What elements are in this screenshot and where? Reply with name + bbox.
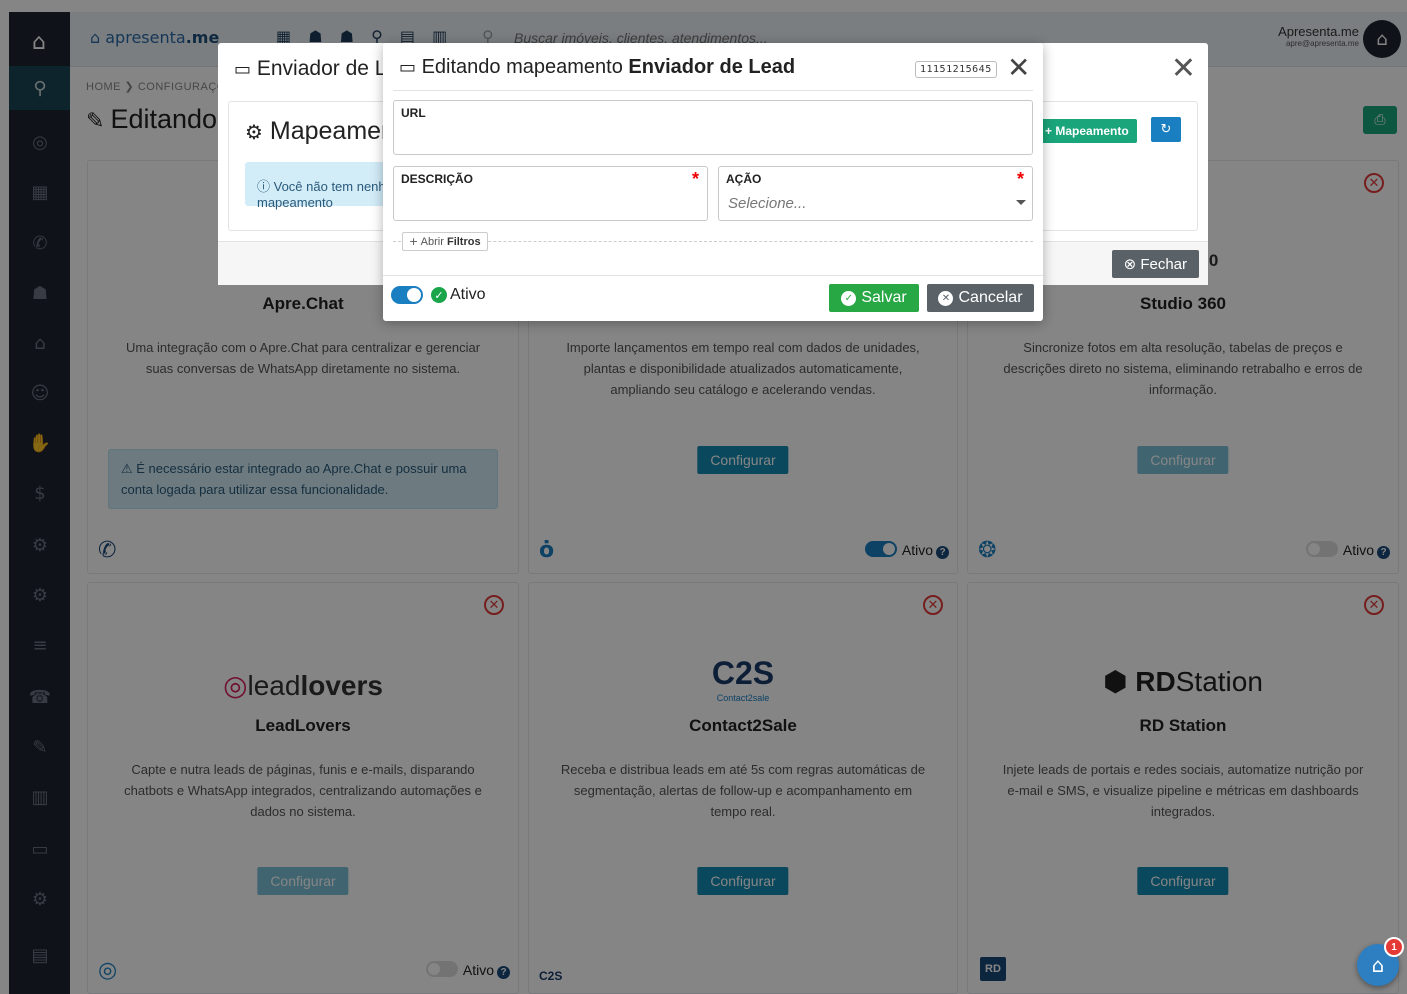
descricao-input[interactable] [401,191,699,207]
descricao-field[interactable]: DESCRIÇÃO * [393,166,708,221]
card-icon: ▭ [234,59,252,80]
edit-mapping-modal: ▭ Editando mapeamento Enviador de Lead 1… [383,43,1043,321]
add-mapping-button[interactable]: + Mapeamento [1037,119,1137,143]
filter-divider [393,241,1033,242]
close-icon[interactable]: ✕ [1171,51,1196,86]
chat-icon: ⌂ [1371,953,1385,977]
modal-title-prefix: Editando mapeamento [421,56,623,78]
filter-bold: Filtros [446,236,481,248]
cancel-button[interactable]: ✕ Cancelar [927,284,1034,312]
url-input[interactable] [401,125,1024,141]
close-circle-icon: ⊗ [1123,255,1137,273]
close-circle-icon: ✕ [938,290,954,306]
refresh-button[interactable]: ↻ [1151,117,1181,142]
refresh-icon: ↻ [1160,122,1172,137]
required-asterisk: * [1016,169,1024,189]
filter-prefix: Abrir [420,236,444,248]
check-circle-icon: ✓ [841,290,857,306]
modal-title-bold: Enviador de Lead [628,56,796,78]
close-button[interactable]: ⊗ Fechar [1111,250,1199,278]
card-icon: ▭ [399,57,417,78]
open-filters-button[interactable]: + Abrir Filtros [402,232,488,251]
descricao-label: DESCRIÇÃO [401,172,474,186]
acao-select[interactable]: AÇÃO * Selecione... [718,166,1033,221]
url-field[interactable]: URL [393,100,1033,155]
close-button-label: Fechar [1140,256,1187,273]
url-label: URL [401,106,426,120]
notification-badge: 1 [1384,937,1404,957]
divider [393,90,1033,91]
mapping-id-badge: 11151215645 [915,61,997,78]
close-icon[interactable]: ✕ [1007,51,1030,84]
cancel-button-label: Cancelar [958,289,1023,306]
active-toggle[interactable] [391,286,423,304]
chevron-down-icon [1016,200,1026,205]
acao-placeholder: Selecione... [728,195,807,212]
save-button[interactable]: ✓ Salvar [829,284,919,312]
modal-title: ▭ Editando mapeamento Enviador de Lead [399,56,795,79]
gears-icon: ⚙ [245,120,263,144]
check-circle-icon: ✓ [431,287,447,303]
save-button-label: Salvar [861,289,907,306]
plus-icon: + [409,235,419,248]
required-asterisk: * [691,169,699,189]
footer-divider [383,275,1043,276]
active-label: Ativo [450,286,486,303]
acao-label: AÇÃO [726,172,762,186]
